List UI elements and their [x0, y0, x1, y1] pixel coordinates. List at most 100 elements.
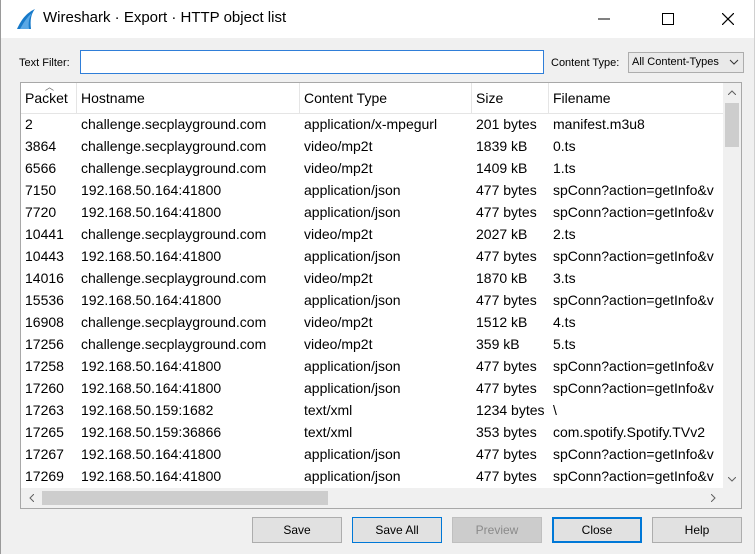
cell-packet: 14016	[25, 270, 64, 286]
cell-filename: 3.ts	[553, 270, 576, 286]
column-header-content-type[interactable]: Content Type	[300, 83, 472, 114]
cell-hostname: challenge.secplayground.com	[81, 270, 267, 286]
cell-filename: spConn?action=getInfo&v	[553, 358, 714, 374]
table-row[interactable]: 15536 192.168.50.164:41800 application/jso…	[21, 290, 723, 312]
content-type-label: Content Type:	[551, 57, 620, 69]
cell-filename: 1.ts	[553, 160, 576, 176]
maximize-button[interactable]	[645, 0, 691, 38]
table-row[interactable]: 17256 challenge.secplayground.com video/mp…	[21, 334, 723, 356]
vertical-scroll-thumb[interactable]	[725, 103, 739, 147]
table-row[interactable]: 14016 challenge.secplayground.com video/mp…	[21, 268, 723, 290]
cell-packet: 15536	[25, 292, 64, 308]
cell-size: 359 kB	[476, 336, 520, 352]
cell-hostname: challenge.secplayground.com	[81, 314, 267, 330]
table-row[interactable]: 17260 192.168.50.164:41800 application/jso…	[21, 378, 723, 400]
cell-content-type: video/mp2t	[304, 160, 373, 176]
text-filter-input[interactable]	[80, 50, 544, 74]
cell-packet: 17260	[25, 380, 64, 396]
cell-size: 477 bytes	[476, 358, 537, 374]
close-window-button[interactable]	[705, 0, 751, 38]
table-row[interactable]: 7720 192.168.50.164:41800 application/json…	[21, 202, 723, 224]
cell-hostname: 192.168.50.164:41800	[81, 204, 222, 220]
table-row[interactable]: 17263 192.168.50.159:1682 text/xml 1234 byt…	[21, 400, 723, 422]
cell-size: 477 bytes	[476, 204, 537, 220]
text-filter-label: Text Filter:	[19, 57, 70, 69]
cell-hostname: 192.168.50.164:41800	[81, 380, 222, 396]
scroll-right-icon[interactable]	[703, 488, 723, 508]
cell-content-type: video/mp2t	[304, 226, 373, 242]
cell-content-type: application/json	[304, 468, 401, 484]
preview-button[interactable]: Preview	[452, 517, 542, 543]
http-object-table: ︿ Packet Hostname Content Type Size File…	[20, 82, 742, 509]
table-row[interactable]: 6566 challenge.secplayground.com video/mp2…	[21, 158, 723, 180]
scrollbar-corner	[723, 488, 741, 508]
cell-filename: 5.ts	[553, 336, 576, 352]
cell-packet: 10441	[25, 226, 64, 242]
cell-content-type: video/mp2t	[304, 314, 373, 330]
scroll-down-icon[interactable]	[723, 470, 741, 488]
cell-size: 477 bytes	[476, 446, 537, 462]
scroll-left-icon[interactable]	[21, 488, 41, 508]
table-row[interactable]: 2 challenge.secplayground.com application/…	[21, 114, 723, 136]
cell-packet: 17258	[25, 358, 64, 374]
vertical-scrollbar[interactable]	[723, 83, 741, 488]
content-type-selected: All Content-Types	[632, 56, 719, 68]
cell-size: 201 bytes	[476, 116, 537, 132]
column-header-hostname[interactable]: Hostname	[77, 83, 300, 114]
cell-content-type: text/xml	[304, 424, 353, 440]
window-title: Wireshark · Export · HTTP object list	[43, 9, 287, 26]
cell-packet: 3864	[25, 138, 57, 154]
close-icon	[722, 13, 734, 25]
save-button[interactable]: Save	[252, 517, 342, 543]
title-bar: Wireshark · Export · HTTP object list	[1, 0, 754, 38]
table-row[interactable]: 17258 192.168.50.164:41800 application/jso…	[21, 356, 723, 378]
cell-hostname: challenge.secplayground.com	[81, 226, 267, 242]
cell-filename: spConn?action=getInfo&v	[553, 292, 714, 308]
cell-filename: spConn?action=getInfo&v	[553, 182, 714, 198]
help-button[interactable]: Help	[652, 517, 742, 543]
content-type-dropdown[interactable]: All Content-Types	[628, 52, 744, 73]
column-header-filename[interactable]: Filename	[549, 83, 723, 114]
cell-size: 477 bytes	[476, 468, 537, 484]
cell-packet: 16908	[25, 314, 64, 330]
cell-content-type: application/json	[304, 446, 401, 462]
cell-content-type: video/mp2t	[304, 336, 373, 352]
cell-size: 1234 bytes	[476, 402, 545, 418]
cell-filename: com.spotify.Spotify.TVv2	[553, 424, 705, 440]
table-row[interactable]: 10443 192.168.50.164:41800 application/jso…	[21, 246, 723, 268]
cell-size: 1839 kB	[476, 138, 528, 154]
cell-size: 477 bytes	[476, 182, 537, 198]
scroll-up-icon[interactable]	[723, 83, 741, 101]
cell-packet: 10443	[25, 248, 64, 264]
cell-filename: 0.ts	[553, 138, 576, 154]
cell-hostname: challenge.secplayground.com	[81, 138, 267, 154]
close-button[interactable]: Close	[552, 517, 642, 543]
maximize-icon	[662, 13, 674, 25]
horizontal-scroll-thumb[interactable]	[42, 491, 328, 505]
minimize-button[interactable]	[581, 0, 627, 38]
cell-packet: 7150	[25, 182, 57, 198]
column-header-size[interactable]: Size	[472, 83, 549, 114]
table-row[interactable]: 17265 192.168.50.159:36866 text/xml 353 byt…	[21, 422, 723, 444]
table-row[interactable]: 17269 192.168.50.164:41800 application/jso…	[21, 466, 723, 488]
save-all-button[interactable]: Save All	[352, 517, 442, 543]
table-row[interactable]: 16908 challenge.secplayground.com video/mp…	[21, 312, 723, 334]
cell-hostname: challenge.secplayground.com	[81, 116, 267, 132]
cell-content-type: application/json	[304, 248, 401, 264]
horizontal-scrollbar[interactable]	[21, 488, 723, 508]
cell-hostname: 192.168.50.164:41800	[81, 446, 222, 462]
table-row[interactable]: 10441 challenge.secplayground.com video/mp…	[21, 224, 723, 246]
table-row[interactable]: 17267 192.168.50.164:41800 application/jso…	[21, 444, 723, 466]
cell-packet: 17263	[25, 402, 64, 418]
cell-filename: spConn?action=getInfo&v	[553, 468, 714, 484]
table-row[interactable]: 7150 192.168.50.164:41800 application/json…	[21, 180, 723, 202]
column-header-packet[interactable]: ︿ Packet	[21, 83, 77, 114]
cell-hostname: 192.168.50.164:41800	[81, 182, 222, 198]
table-row[interactable]: 3864 challenge.secplayground.com video/mp2…	[21, 136, 723, 158]
cell-filename: 2.ts	[553, 226, 576, 242]
cell-content-type: application/json	[304, 182, 401, 198]
table-header: ︿ Packet Hostname Content Type Size File…	[21, 83, 723, 114]
cell-hostname: 192.168.50.164:41800	[81, 292, 222, 308]
export-http-dialog: Wireshark · Export · HTTP object list Te…	[0, 0, 755, 554]
chevron-down-icon	[729, 59, 739, 65]
